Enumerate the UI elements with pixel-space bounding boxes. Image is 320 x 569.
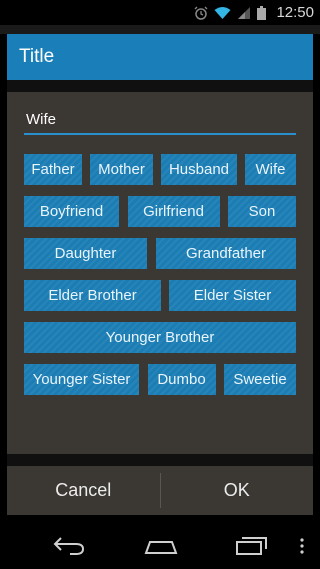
chip-row: Father Mother Husband Wife: [24, 154, 296, 185]
alarm-icon: [194, 6, 208, 20]
dialog-body: Father Mother Husband Wife Boyfriend Gir…: [7, 92, 313, 454]
chip-son[interactable]: Son: [228, 196, 296, 227]
chip-row: Boyfriend Girlfriend Son: [24, 196, 296, 227]
chip-row: Daughter Grandfather: [24, 238, 296, 269]
dialog-actions: Cancel OK: [7, 466, 313, 515]
chip-grandfather[interactable]: Grandfather: [156, 238, 296, 269]
relation-picker-dialog: Title Father Mother Husband Wife Boyfrie…: [7, 34, 313, 515]
wifi-icon: [214, 6, 231, 19]
chip-elder-sister[interactable]: Elder Sister: [169, 280, 296, 311]
dimmed-background: [0, 25, 320, 34]
chip-father[interactable]: Father: [24, 154, 82, 185]
battery-icon: [257, 5, 267, 20]
status-clock: 12:50: [276, 4, 314, 21]
recent-apps-icon[interactable]: [235, 533, 269, 557]
relation-chip-grid: Father Mother Husband Wife Boyfriend Gir…: [24, 154, 296, 406]
overflow-menu-icon[interactable]: [299, 533, 305, 557]
chip-elder-brother[interactable]: Elder Brother: [24, 280, 161, 311]
relation-input[interactable]: [24, 108, 296, 135]
chip-row: Elder Brother Elder Sister: [24, 280, 296, 311]
back-icon[interactable]: [52, 533, 86, 557]
chip-row: Younger Brother: [24, 322, 296, 353]
status-bar: 12:50: [0, 0, 320, 25]
divider: [7, 80, 313, 92]
ok-button[interactable]: OK: [161, 466, 314, 515]
dialog-title: Title: [7, 34, 313, 80]
navigation-bar: [0, 521, 320, 569]
signal-icon: [238, 6, 251, 19]
home-icon[interactable]: [143, 533, 179, 557]
chip-girlfriend[interactable]: Girlfriend: [127, 196, 220, 227]
chip-row: Younger Sister Dumbo Sweetie: [24, 364, 296, 395]
chip-younger-brother[interactable]: Younger Brother: [24, 322, 296, 353]
chip-sweetie[interactable]: Sweetie: [224, 364, 296, 395]
chip-younger-sister[interactable]: Younger Sister: [24, 364, 139, 395]
cancel-button[interactable]: Cancel: [7, 466, 160, 515]
divider: [7, 454, 313, 466]
chip-mother[interactable]: Mother: [90, 154, 153, 185]
chip-dumbo[interactable]: Dumbo: [147, 364, 216, 395]
chip-boyfriend[interactable]: Boyfriend: [24, 196, 119, 227]
chip-daughter[interactable]: Daughter: [24, 238, 147, 269]
chip-wife[interactable]: Wife: [245, 154, 296, 185]
chip-husband[interactable]: Husband: [161, 154, 237, 185]
